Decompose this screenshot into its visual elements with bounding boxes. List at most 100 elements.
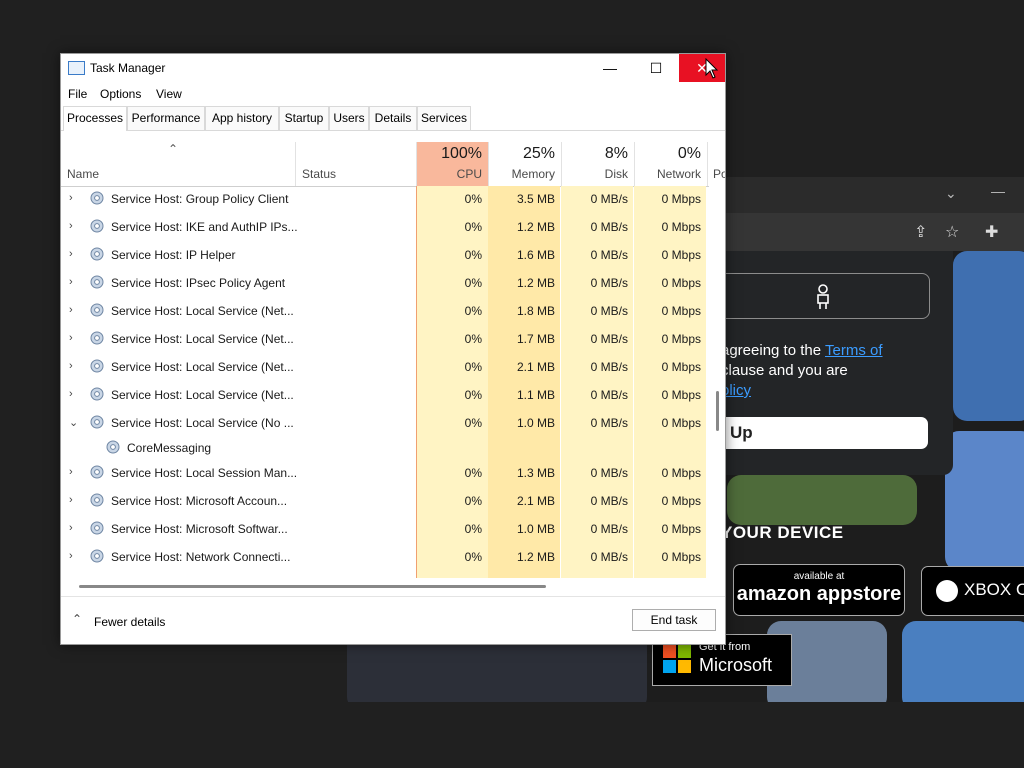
process-name: Service Host: Local Service (Net... bbox=[111, 360, 294, 374]
expand-chevron-icon[interactable]: › bbox=[69, 332, 79, 344]
tab-processes[interactable]: Processes bbox=[63, 106, 127, 131]
column-network-label: Network bbox=[656, 167, 701, 181]
process-network-value: 0 Mbps bbox=[661, 332, 701, 346]
signup-button-label: Up bbox=[730, 423, 753, 442]
process-disk-value: 0 MB/s bbox=[590, 248, 628, 262]
process-network-value: 0 Mbps bbox=[661, 522, 701, 536]
service-gear-icon bbox=[105, 439, 121, 455]
sort-caret-icon: ⌃ bbox=[168, 142, 179, 156]
process-disk-value: 0 MB/s bbox=[590, 332, 628, 346]
service-gear-icon bbox=[89, 358, 105, 374]
amazon-appstore-badge[interactable]: available at amazon appstore bbox=[733, 564, 905, 616]
process-cpu-value: 0% bbox=[464, 276, 482, 290]
menu-options[interactable]: Options bbox=[100, 87, 141, 101]
fewer-details-link[interactable]: Fewer details bbox=[94, 615, 165, 629]
column-memory-header[interactable]: 25% Memory bbox=[488, 142, 561, 186]
tab-app-history[interactable]: App history bbox=[205, 106, 279, 130]
service-gear-icon bbox=[89, 464, 105, 480]
task-manager-window: Task Manager — ☐ ✕ File Options View Pro… bbox=[60, 53, 726, 645]
table-row[interactable]: › Service Host: Local Service (Net... 0% 1.… bbox=[61, 381, 709, 409]
process-disk-value: 0 MB/s bbox=[590, 304, 628, 318]
table-row[interactable]: › Service Host: Local Session Man... 0% 1.3… bbox=[61, 459, 709, 487]
xbox-badge[interactable]: XBOX O bbox=[921, 566, 1024, 616]
process-cpu-value: 0% bbox=[464, 360, 482, 374]
expand-chevron-icon[interactable]: › bbox=[69, 466, 79, 478]
tab-startup[interactable]: Startup bbox=[279, 106, 329, 130]
process-disk-value: 0 MB/s bbox=[590, 416, 628, 430]
chevron-up-icon[interactable]: ⌃ bbox=[72, 612, 82, 626]
table-row[interactable]: › Service Host: Network Connecti... 0% 1.2 … bbox=[61, 543, 709, 571]
device-heading: YOUR DEVICE bbox=[721, 523, 844, 542]
process-network-value: 0 Mbps bbox=[661, 550, 701, 564]
process-network-value: 0 Mbps bbox=[661, 494, 701, 508]
share-icon[interactable]: ⇪ bbox=[914, 222, 927, 242]
column-network-header[interactable]: 0% Network bbox=[634, 142, 707, 186]
service-gear-icon bbox=[89, 246, 105, 262]
table-row[interactable]: › Service Host: Local Service (Net... 0% 1.… bbox=[61, 297, 709, 325]
xbox-badge-text: XBOX O bbox=[964, 580, 1024, 599]
column-cpu-header[interactable]: 100% CPU bbox=[416, 142, 488, 186]
table-row[interactable]: › Service Host: Group Policy Client 0% 3.5 … bbox=[61, 186, 709, 213]
column-disk-label: Disk bbox=[604, 167, 628, 181]
end-task-button[interactable]: End task bbox=[632, 609, 716, 631]
process-cpu-value: 0% bbox=[464, 332, 482, 346]
expand-chevron-icon[interactable]: › bbox=[69, 388, 79, 400]
process-network-value: 0 Mbps bbox=[661, 304, 701, 318]
extensions-icon[interactable]: ✚ bbox=[985, 222, 998, 242]
memory-total-percent: 25% bbox=[522, 145, 555, 162]
expand-chevron-icon[interactable]: › bbox=[69, 220, 79, 232]
table-row[interactable]: ⌄ Service Host: Local Service (No ... 0% 1.… bbox=[61, 409, 709, 437]
expand-chevron-icon[interactable]: › bbox=[69, 494, 79, 506]
column-name-header[interactable]: ⌃ Name bbox=[61, 142, 295, 186]
horizontal-scrollbar[interactable] bbox=[61, 580, 709, 592]
game-art-tile bbox=[953, 251, 1024, 421]
expand-chevron-icon[interactable]: › bbox=[69, 304, 79, 316]
process-memory-value: 1.0 MB bbox=[516, 416, 555, 430]
tab-details[interactable]: Details bbox=[369, 106, 417, 130]
process-name: Service Host: Local Service (Net... bbox=[111, 332, 294, 346]
browser-minimize-icon[interactable]: — bbox=[991, 183, 1005, 199]
expand-chevron-icon[interactable]: › bbox=[69, 192, 79, 204]
table-row[interactable]: › Service Host: Microsoft Accoun... 0% 2.1 … bbox=[61, 487, 709, 515]
expand-chevron-icon[interactable]: › bbox=[69, 248, 79, 260]
table-row[interactable]: › Service Host: Microsoft Softwar... 0% 1.0… bbox=[61, 515, 709, 543]
vertical-scroll-thumb[interactable] bbox=[716, 391, 719, 431]
minimize-button[interactable]: — bbox=[587, 54, 633, 82]
column-disk-header[interactable]: 8% Disk bbox=[561, 142, 634, 186]
favorite-star-icon[interactable]: ☆ bbox=[945, 222, 959, 242]
table-row[interactable]: › Service Host: Local Service (Net... 0% 1.… bbox=[61, 325, 709, 353]
tab-list-chevron-icon[interactable]: ⌄ bbox=[945, 185, 957, 202]
tab-users[interactable]: Users bbox=[329, 106, 369, 130]
process-network-value: 0 Mbps bbox=[661, 360, 701, 374]
column-power-header[interactable]: Po bbox=[707, 142, 725, 186]
title-bar[interactable]: Task Manager — ☐ ✕ bbox=[61, 54, 725, 82]
child-service-row[interactable]: CoreMessaging bbox=[61, 434, 709, 456]
table-row[interactable]: › Service Host: IPsec Policy Agent 0% 1.2 M… bbox=[61, 269, 709, 297]
horizontal-scroll-thumb[interactable] bbox=[79, 585, 546, 588]
service-gear-icon bbox=[89, 492, 105, 508]
service-gear-icon bbox=[89, 218, 105, 234]
column-status-label: Status bbox=[302, 167, 337, 181]
table-row[interactable]: › Service Host: IKE and AuthIP IPs... 0% 1.… bbox=[61, 213, 709, 241]
process-cpu-value: 0% bbox=[464, 522, 482, 536]
process-memory-value: 1.8 MB bbox=[516, 304, 555, 318]
menu-view[interactable]: View bbox=[156, 87, 182, 101]
expand-chevron-icon[interactable]: › bbox=[69, 360, 79, 372]
collapse-chevron-icon[interactable]: ⌄ bbox=[69, 416, 79, 429]
table-row[interactable]: › Service Host: Local Service (Net... 0% 2.… bbox=[61, 353, 709, 381]
table-row[interactable]: › Service Host: IP Helper 0% 1.6 MB 0 MB/s 0 … bbox=[61, 241, 709, 269]
column-status-header[interactable]: Status bbox=[295, 142, 416, 186]
expand-chevron-icon[interactable]: › bbox=[69, 550, 79, 562]
process-network-value: 0 Mbps bbox=[661, 248, 701, 262]
tab-performance[interactable]: Performance bbox=[127, 106, 205, 130]
maximize-button[interactable]: ☐ bbox=[633, 54, 679, 82]
vertical-scrollbar[interactable] bbox=[711, 186, 725, 578]
process-network-value: 0 Mbps bbox=[661, 388, 701, 402]
appstore-big-text: amazon appstore bbox=[736, 583, 902, 605]
menu-file[interactable]: File bbox=[68, 87, 87, 101]
terms-link[interactable]: Terms of bbox=[825, 342, 883, 359]
expand-chevron-icon[interactable]: › bbox=[69, 522, 79, 534]
process-name: Service Host: IKE and AuthIP IPs... bbox=[111, 220, 298, 234]
expand-chevron-icon[interactable]: › bbox=[69, 276, 79, 288]
tab-services[interactable]: Services bbox=[417, 106, 471, 130]
